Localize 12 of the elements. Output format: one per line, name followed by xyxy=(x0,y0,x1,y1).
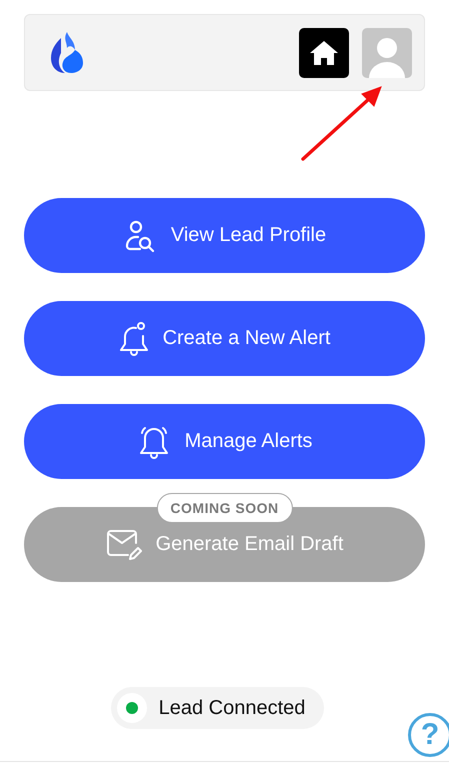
flame-logo-icon xyxy=(49,32,83,74)
action-button[interactable]: View Lead Profile xyxy=(24,198,425,273)
home-icon xyxy=(309,40,339,66)
home-button[interactable] xyxy=(299,28,349,78)
action-button[interactable]: Manage Alerts xyxy=(24,404,425,479)
help-button[interactable]: ? xyxy=(408,713,449,757)
bell-icon xyxy=(118,322,149,356)
status-label: Lead Connected xyxy=(158,696,306,720)
person-silhouette-icon xyxy=(367,36,407,78)
coming-soon-badge: COMING SOON xyxy=(156,493,293,523)
envelope-pencil-icon xyxy=(106,528,142,560)
action-button[interactable]: Create a New Alert xyxy=(24,301,425,376)
